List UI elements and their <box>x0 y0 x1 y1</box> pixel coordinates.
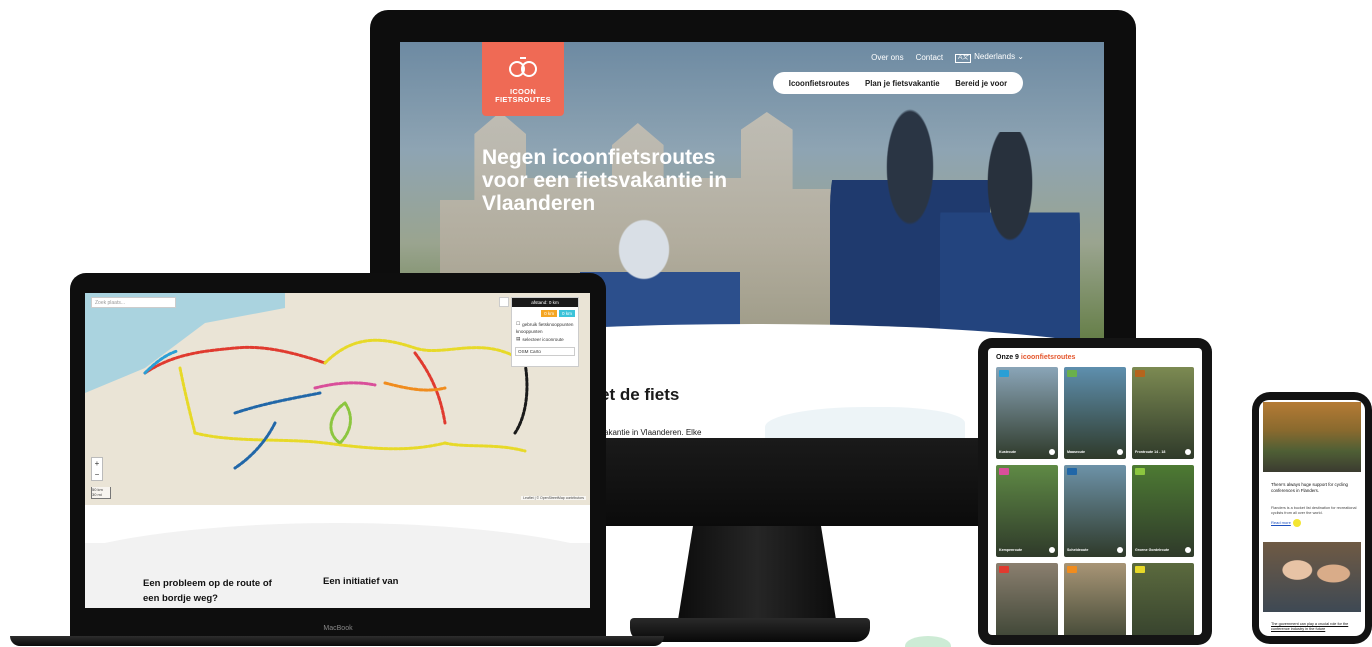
hero-title: Negen icoonfietsroutes voor een fietsvak… <box>482 146 728 215</box>
route-card-label: Maasroute <box>1067 450 1085 454</box>
language-selector[interactable]: A文 Nederlands ⌄ <box>955 52 1024 63</box>
phone-body-text: Flanders is a bucket list destination fo… <box>1271 506 1357 515</box>
layers-toggle-icon[interactable] <box>499 297 509 307</box>
language-label: Nederlands ⌄ <box>974 52 1024 61</box>
map-illustration <box>765 407 965 438</box>
option-select-route[interactable]: ▤ selecteer icoonroute <box>512 335 578 343</box>
top-navigation: Over ons Contact A文 Nederlands ⌄ <box>871 52 1024 63</box>
read-more-link[interactable]: Read more <box>1271 520 1291 525</box>
route-card[interactable]: Kempenroute <box>996 465 1058 557</box>
route-card-label: Scheldeoute <box>1067 548 1089 552</box>
site-logo[interactable]: ICOON FIETSROUTES <box>482 42 564 116</box>
phone-intro-text: There's always huge support for cycling … <box>1271 482 1348 493</box>
plus-icon[interactable] <box>1185 547 1191 553</box>
conference-photo <box>1263 542 1361 612</box>
option-nodes-label: gebruik fietsknooppunten <box>522 321 574 327</box>
zoom-in-button[interactable]: + <box>92 458 102 469</box>
teal-button[interactable]: 0 km <box>559 310 575 317</box>
route-card[interactable] <box>1132 563 1194 635</box>
route-badge-icon <box>1067 566 1077 573</box>
panel-buttons: 0 km 0 km <box>512 307 578 320</box>
route-badge-icon <box>1135 566 1145 573</box>
map-attribution[interactable]: Leaflet | © OpenStreetMap contributors <box>521 496 586 500</box>
arrow-icon[interactable] <box>1293 519 1301 527</box>
distance-readout: afstand: 0 km <box>512 298 578 307</box>
route-badge-icon <box>1135 370 1145 377</box>
route-badge-icon <box>1135 468 1145 475</box>
route-badge-icon <box>999 566 1009 573</box>
route-card[interactable] <box>996 563 1058 635</box>
route-badge-icon <box>999 468 1009 475</box>
route-card-label: Kustroute <box>999 450 1016 454</box>
route-card[interactable]: Frontroute 14 - 18 <box>1132 367 1194 459</box>
plus-icon[interactable] <box>1049 449 1055 455</box>
basemap-value: OSM Carto <box>518 349 541 354</box>
zoom-control: + − <box>91 457 103 481</box>
plus-icon[interactable] <box>1117 547 1123 553</box>
main-navigation: Icoonfietsroutes Plan je fietsvakantie B… <box>773 72 1023 94</box>
option-select-label: selecteer icoonroute <box>522 336 564 342</box>
option-routes-label: knooppunten <box>516 329 543 334</box>
route-badge-icon <box>1067 370 1077 377</box>
routes-heading: Onze 9 icoonfietsroutes <box>996 354 1075 361</box>
bike-rings-icon <box>509 57 537 77</box>
footer-problem-heading: Een probleem op de route of een bordje w… <box>143 578 272 604</box>
section-text: vakantie in Vlaanderen. Elke <box>600 428 702 437</box>
route-card-grid: Kustroute Maasroute Frontroute 14 - 18 Kemp… <box>996 367 1194 635</box>
zoom-out-button[interactable]: − <box>92 469 102 480</box>
nav-plan-fietsvakantie[interactable]: Plan je fietsvakantie <box>865 79 940 88</box>
route-card[interactable]: Maasroute <box>1064 367 1126 459</box>
route-card[interactable]: Groene Gordelroute <box>1132 465 1194 557</box>
nav-bereid-je-voor[interactable]: Bereid je voor <box>955 79 1007 88</box>
map-scale: 50 km 30 mi <box>91 487 111 499</box>
route-planner-panel: afstand: 0 km 0 km 0 km ☐ gebruik fietsk… <box>511 297 579 367</box>
option-routes[interactable]: knooppunten <box>512 328 578 335</box>
route-card-label: Kempenroute <box>999 548 1023 552</box>
plus-icon[interactable] <box>1049 547 1055 553</box>
plus-icon[interactable] <box>1117 449 1123 455</box>
routes-heading-prefix: Onze 9 <box>996 354 1021 361</box>
logo-line-2: FIETSROUTES <box>495 95 551 104</box>
nav-about-link[interactable]: Over ons <box>871 53 903 62</box>
laptop-brand: MacBook <box>323 625 353 632</box>
route-card[interactable]: Scheldeoute <box>1064 465 1126 557</box>
cycling-photo <box>1263 402 1361 472</box>
route-card[interactable]: Kustroute <box>996 367 1058 459</box>
footer-initiative-heading: Een initiatief van <box>323 576 399 587</box>
route-card-label: Groene Gordelroute <box>1135 548 1170 552</box>
logo-text: ICOON FIETSROUTES <box>482 88 564 104</box>
translate-icon: A文 <box>955 54 972 63</box>
route-card[interactable] <box>1064 563 1126 635</box>
cyclist-photo <box>940 132 1080 352</box>
nav-icoonfietsroutes[interactable]: Icoonfietsroutes <box>789 79 850 88</box>
phone-website: There's always huge support for cycling … <box>1259 400 1365 636</box>
orange-button[interactable]: 0 km <box>541 310 558 317</box>
laptop-base <box>10 636 664 646</box>
route-map[interactable]: Zoek plaats... afstand: 0 km 0 km 0 km ☐… <box>85 293 590 505</box>
laptop-website: Zoek plaats... afstand: 0 km 0 km 0 km ☐… <box>85 293 590 608</box>
map-search-input[interactable]: Zoek plaats... <box>91 297 176 308</box>
scale-mi: 30 mi <box>92 492 102 497</box>
section-heading: et de fiets <box>600 385 680 404</box>
decorative-shape <box>905 636 951 647</box>
imac-stand <box>677 526 837 626</box>
route-card-label: Frontroute 14 - 18 <box>1135 450 1166 454</box>
route-badge-icon <box>1067 468 1077 475</box>
phone-article-link[interactable]: The government can play a crucial role f… <box>1271 622 1359 632</box>
option-nodes[interactable]: ☐ gebruik fietsknooppunten <box>512 320 578 328</box>
route-badge-icon <box>999 370 1009 377</box>
plus-icon[interactable] <box>1185 449 1191 455</box>
routes-heading-accent: icoonfietsroutes <box>1020 354 1076 361</box>
nav-contact-link[interactable]: Contact <box>916 53 944 62</box>
imac-base <box>630 618 870 642</box>
basemap-select[interactable]: OSM Carto <box>515 347 575 356</box>
tablet-website: Onze 9 icoonfietsroutes Kustroute Maasrou… <box>988 348 1202 635</box>
